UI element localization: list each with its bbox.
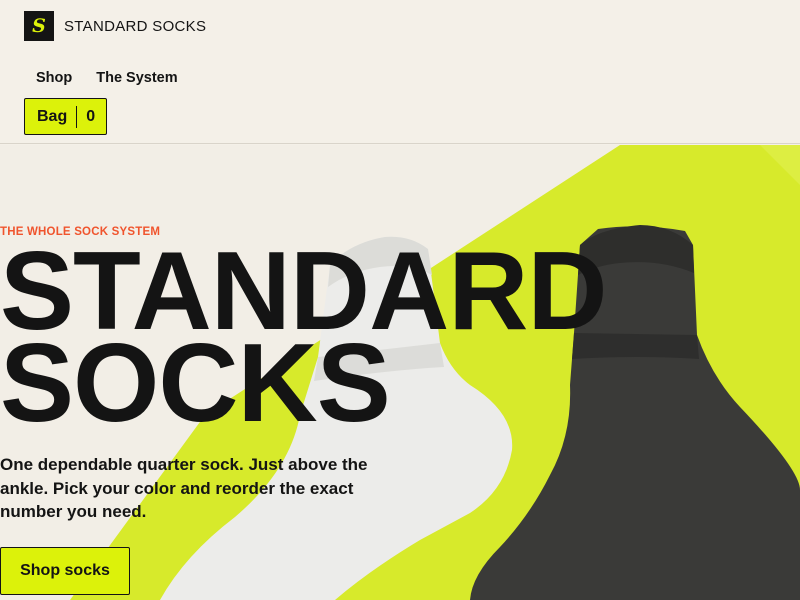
logo-mark-icon: S	[24, 11, 54, 41]
bag-count: 0	[86, 107, 96, 125]
nav-the-system[interactable]: The System	[96, 70, 177, 86]
hero: THE WHOLE SOCK SYSTEM STANDARD SOCKS One…	[0, 145, 800, 600]
bag-label: Bag	[37, 107, 68, 125]
hero-headline: STANDARD SOCKS	[0, 236, 608, 439]
nav-shop[interactable]: Shop	[36, 70, 72, 86]
bag-divider	[76, 105, 78, 128]
site-header: S STANDARD SOCKS Shop The System Bag 0	[0, 0, 800, 144]
main-nav: Shop The System	[36, 70, 178, 86]
hero-subtext: One dependable quarter sock. Just above …	[0, 455, 368, 521]
logo[interactable]: S STANDARD SOCKS	[24, 11, 206, 41]
bag-button[interactable]: Bag 0	[24, 98, 107, 135]
brand-name: STANDARD SOCKS	[64, 17, 207, 35]
shop-socks-button[interactable]: Shop socks	[0, 547, 130, 595]
